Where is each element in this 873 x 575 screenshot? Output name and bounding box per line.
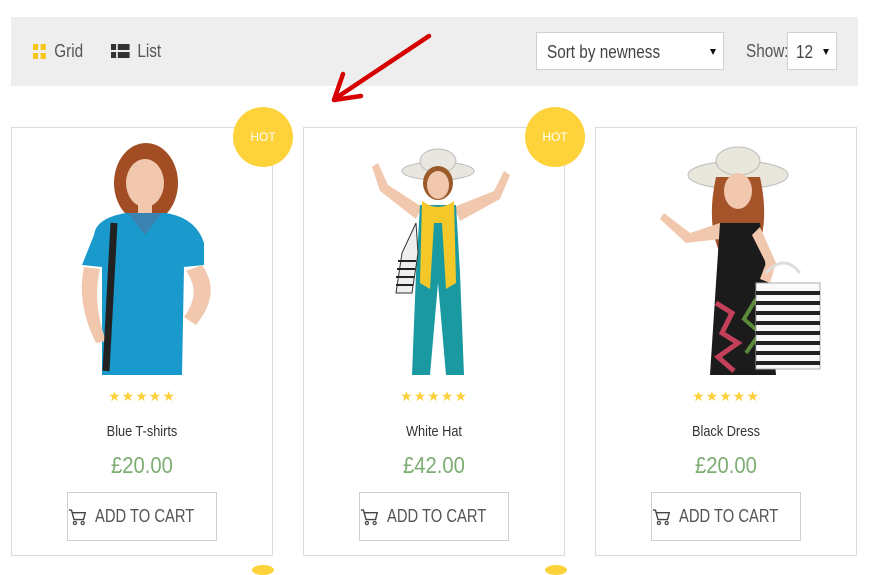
grid-view-button[interactable]: Grid xyxy=(33,41,83,62)
show-count-value: 12 xyxy=(796,42,814,62)
show-count-select[interactable]: 12 xyxy=(787,32,837,70)
product-card[interactable]: ★★★★★ Black Dress £20.00 ADD TO CART xyxy=(595,127,857,556)
add-to-cart-label: ADD TO CART xyxy=(386,506,487,526)
cart-icon xyxy=(652,508,671,525)
product-price: £20.00 xyxy=(695,452,757,478)
product-card[interactable]: HOT ★★★★★ Blue T-shirts £20.00 ADD TO CA… xyxy=(11,107,293,556)
product-name[interactable]: Blue T-shirts xyxy=(32,423,253,440)
product-name[interactable]: Black Dress xyxy=(616,423,837,440)
annotation-arrow-icon xyxy=(331,33,432,103)
sort-select[interactable]: Sort by newness xyxy=(536,32,724,70)
product-image xyxy=(620,143,834,375)
add-to-cart-label: ADD TO CART xyxy=(94,506,195,526)
chevron-down-icon xyxy=(710,49,716,55)
add-to-cart-button[interactable]: ADD TO CART xyxy=(67,492,217,541)
product-price: £42.00 xyxy=(403,452,465,478)
product-image xyxy=(36,143,250,375)
list-icon xyxy=(111,44,130,58)
rating-stars: ★★★★★ xyxy=(400,388,468,404)
list-view-label: List xyxy=(137,41,162,61)
show-label: Show: xyxy=(746,41,789,61)
rating-stars: ★★★★★ xyxy=(108,388,176,404)
chevron-down-icon xyxy=(823,49,829,55)
add-to-cart-label: ADD TO CART xyxy=(678,506,779,526)
add-to-cart-button[interactable]: ADD TO CART xyxy=(651,492,801,541)
hot-badge: HOT xyxy=(233,107,293,167)
product-price: £20.00 xyxy=(111,452,173,478)
list-view-button[interactable]: List xyxy=(111,41,161,62)
grid-view-label: Grid xyxy=(54,41,84,61)
hot-badge: HOT xyxy=(525,107,585,167)
add-to-cart-button[interactable]: ADD TO CART xyxy=(359,492,509,541)
rating-stars: ★★★★★ xyxy=(692,388,760,404)
cart-icon xyxy=(360,508,379,525)
sort-select-value: Sort by newness xyxy=(547,42,661,62)
cart-icon xyxy=(68,508,87,525)
hot-badge-peek xyxy=(545,565,567,575)
grid-icon xyxy=(33,43,46,59)
product-card[interactable]: HOT ★★★★★ White Hat £42.00 ADD TO CART xyxy=(303,107,585,556)
product-name[interactable]: White Hat xyxy=(324,423,545,440)
product-image xyxy=(328,143,542,375)
hot-badge-peek xyxy=(252,565,274,575)
